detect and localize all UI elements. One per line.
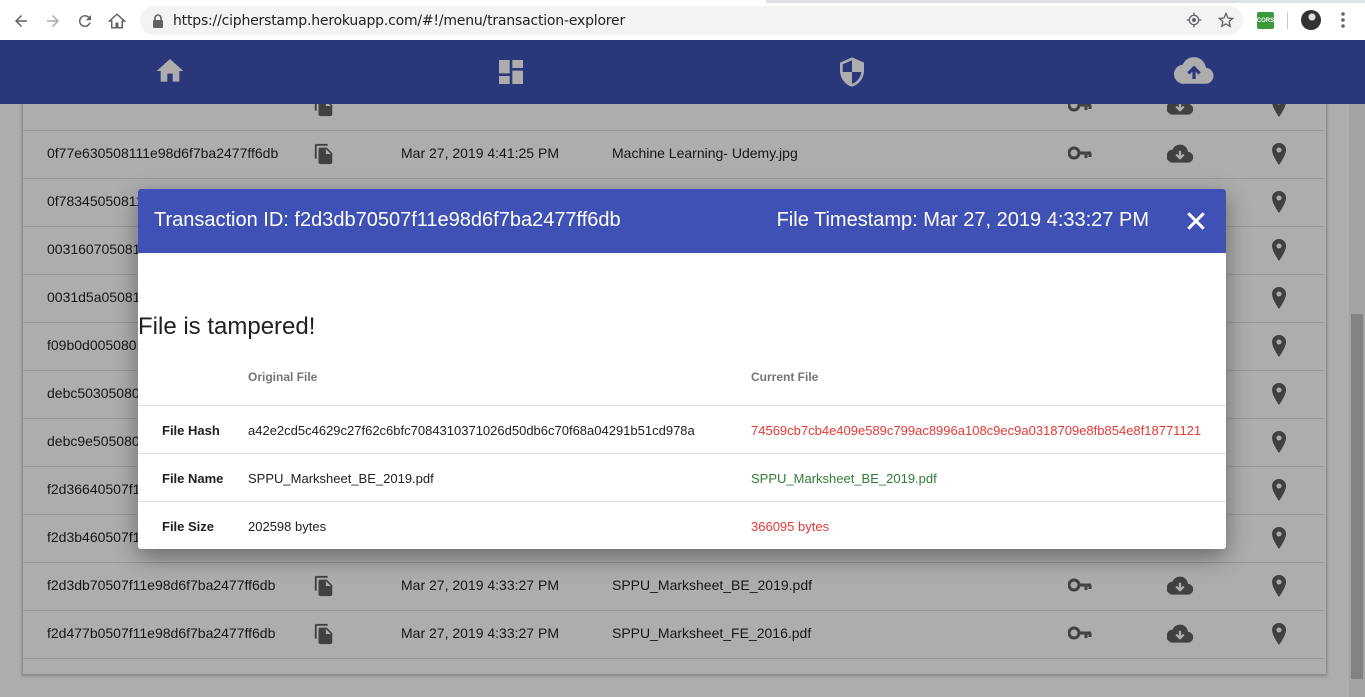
location-target-icon[interactable] [1186, 12, 1202, 28]
lock-icon [153, 14, 163, 28]
cors-extension-icon[interactable]: CORS [1257, 12, 1274, 29]
original-value: 202598 bytes [248, 519, 327, 534]
tab-strip [0, 0, 1365, 3]
file-verification-dialog: Transaction ID: f2d3db70507f11e98d6f7ba2… [138, 189, 1226, 549]
current-value: 74569cb7cb4e409e589c799ac8996a108c9ec9a0… [751, 423, 1202, 438]
home-button[interactable] [106, 10, 128, 32]
original-file-header: Original File [248, 370, 318, 384]
transaction-id-title: Transaction ID: f2d3db70507f11e98d6f7ba2… [154, 209, 621, 231]
arrow-right-icon [47, 15, 59, 27]
reload-icon [78, 15, 91, 28]
original-value: a42e2cd5c4629c27f62c6bfc7084310371026d50… [248, 423, 695, 438]
back-button[interactable] [10, 10, 32, 32]
row-label: File Size [162, 519, 215, 534]
original-value: SPPU_Marksheet_BE_2019.pdf [248, 471, 434, 486]
current-value: 366095 bytes [751, 519, 830, 534]
file-hash-row: File Hash a42e2cd5c4629c27f62c6bfc708431… [138, 405, 1226, 454]
current-file-header: Current File [751, 370, 819, 384]
file-timestamp-title: File Timestamp: Mar 27, 2019 4:33:27 PM [776, 209, 1149, 231]
url-text: https://cipherstamp.herokuapp.com/#!/men… [173, 13, 626, 29]
row-label: File Hash [162, 423, 220, 438]
home-outline-icon [108, 13, 126, 29]
reload-button[interactable] [74, 10, 96, 32]
browser-toolbar: https://cipherstamp.herokuapp.com/#!/men… [0, 0, 1365, 41]
active-tab[interactable] [0, 0, 766, 3]
file-name-row: File Name SPPU_Marksheet_BE_2019.pdf SPP… [138, 453, 1226, 502]
profile-avatar[interactable] [1301, 10, 1321, 30]
star-icon[interactable] [1218, 12, 1234, 28]
arrow-left-icon [15, 15, 27, 27]
tamper-status-message: File is tampered! [138, 313, 316, 340]
file-size-row: File Size 202598 bytes 366095 bytes [138, 501, 1226, 549]
row-label: File Name [162, 471, 224, 486]
current-value: SPPU_Marksheet_BE_2019.pdf [751, 471, 937, 486]
close-icon[interactable] [1187, 212, 1205, 230]
address-bar[interactable]: https://cipherstamp.herokuapp.com/#!/men… [140, 6, 1243, 35]
more-vert-icon[interactable] [1337, 11, 1349, 29]
toolbar-divider [1287, 12, 1288, 29]
forward-button[interactable] [42, 10, 64, 32]
dialog-header: Transaction ID: f2d3db70507f11e98d6f7ba2… [138, 189, 1226, 253]
